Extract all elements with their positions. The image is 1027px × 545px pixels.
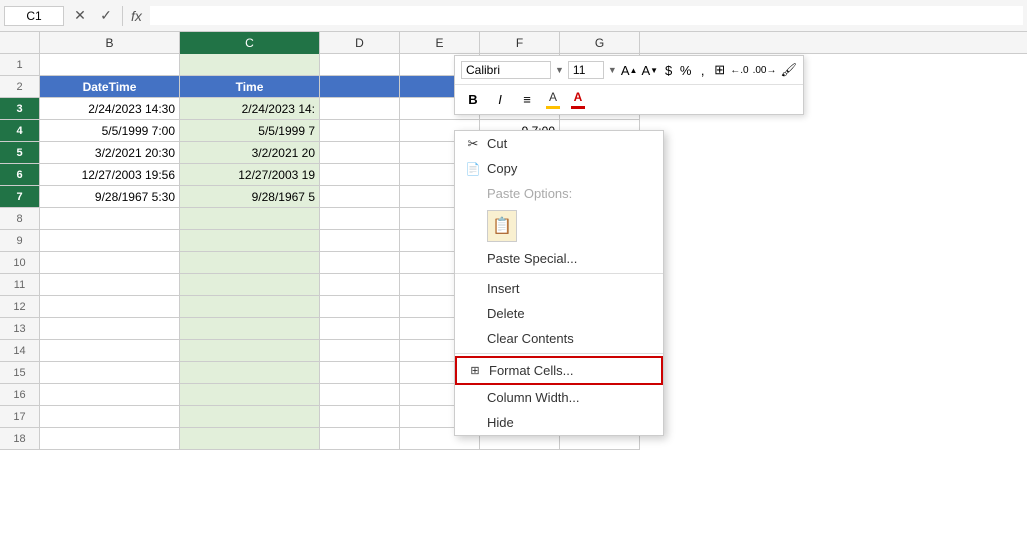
column-header-row: B C D E F G: [0, 32, 1027, 54]
col-header-f[interactable]: F: [480, 32, 560, 54]
row-num-8: 8: [0, 208, 40, 230]
align-button[interactable]: ≡: [515, 89, 539, 111]
cell-d3[interactable]: [320, 98, 400, 120]
context-menu-clear-contents[interactable]: Clear Contents: [455, 326, 663, 351]
cell-b7[interactable]: 9/28/1967 5:30: [40, 186, 180, 208]
paint-format-button[interactable]: 🖌: [780, 59, 797, 81]
font-name-input[interactable]: [461, 61, 551, 79]
context-menu: ✂ Cut 📄 Copy Paste Options: 📋 Paste Spec…: [454, 130, 664, 436]
cell-d2[interactable]: [320, 76, 400, 98]
cell-c7[interactable]: 9/28/1967 5: [180, 186, 320, 208]
decrease-font-button[interactable]: A▼: [641, 59, 658, 81]
cell-reference-box[interactable]: C1: [4, 6, 64, 26]
cell-b5[interactable]: 3/2/2021 20:30: [40, 142, 180, 164]
cell-c2[interactable]: Time: [180, 76, 320, 98]
dec-out-button[interactable]: .00→: [753, 59, 777, 81]
cell-b2[interactable]: DateTime: [40, 76, 180, 98]
currency-button[interactable]: $: [662, 59, 675, 81]
cell-b4[interactable]: 5/5/1999 7:00: [40, 120, 180, 142]
row-num-13: 13: [0, 318, 40, 340]
context-menu-insert[interactable]: Insert: [455, 276, 663, 301]
formula-bar: C1 ✕ ✓ fx: [0, 0, 1027, 32]
context-menu-column-width[interactable]: Column Width...: [455, 385, 663, 410]
cell-c8[interactable]: [180, 208, 320, 230]
dec-in-button[interactable]: ←.0: [730, 59, 748, 81]
formula-bar-buttons: ✕ ✓ fx: [68, 5, 146, 27]
row-num-3: 3: [0, 98, 40, 120]
context-menu-copy[interactable]: 📄 Copy: [455, 156, 663, 181]
cell-d1[interactable]: [320, 54, 400, 76]
cell-d7[interactable]: [320, 186, 400, 208]
cell-c5[interactable]: 3/2/2021 20: [180, 142, 320, 164]
col-header-d[interactable]: D: [320, 32, 400, 54]
formula-bar-divider: [122, 6, 123, 26]
cut-icon: ✂: [463, 136, 483, 152]
border-button[interactable]: ⊞: [713, 59, 726, 81]
row-num-18: 18: [0, 428, 40, 450]
font-name-dropdown-arrow[interactable]: ▼: [555, 65, 564, 75]
mini-toolbar-row2: B I ≡ A A: [455, 85, 803, 114]
cell-d5[interactable]: [320, 142, 400, 164]
cell-c1[interactable]: [180, 54, 320, 76]
ctx-sep-1: [455, 273, 663, 274]
row-num-10: 10: [0, 252, 40, 274]
row-number-header: [0, 32, 40, 53]
context-menu-hide[interactable]: Hide: [455, 410, 663, 435]
highlight-color-button[interactable]: A: [542, 88, 564, 111]
format-cells-icon: ⊞: [465, 364, 485, 377]
confirm-formula-button[interactable]: ✓: [94, 5, 118, 27]
cell-d4[interactable]: [320, 120, 400, 142]
cell-c3[interactable]: 2/24/2023 14:: [180, 98, 320, 120]
cell-d6[interactable]: [320, 164, 400, 186]
context-menu-delete[interactable]: Delete: [455, 301, 663, 326]
row-num-17: 17: [0, 406, 40, 428]
row-num-5: 5: [0, 142, 40, 164]
cell-b3[interactable]: 2/24/2023 14:30: [40, 98, 180, 120]
mini-toolbar: ▼ ▼ A▲ A▼ $ % , ⊞ ←.0 .00→ 🖌 B I ≡ A A: [454, 55, 804, 115]
cell-c4[interactable]: 5/5/1999 7: [180, 120, 320, 142]
row-num-6: 6: [0, 164, 40, 186]
context-menu-cut[interactable]: ✂ Cut: [455, 131, 663, 156]
col-header-e[interactable]: E: [400, 32, 480, 54]
italic-button[interactable]: I: [488, 89, 512, 111]
font-color-button[interactable]: A: [567, 88, 589, 111]
row-num-16: 16: [0, 384, 40, 406]
cell-b1[interactable]: [40, 54, 180, 76]
cell-b6[interactable]: 12/27/2003 19:56: [40, 164, 180, 186]
row-num-7: 7: [0, 186, 40, 208]
mini-toolbar-row1: ▼ ▼ A▲ A▼ $ % , ⊞ ←.0 .00→ 🖌: [455, 56, 803, 85]
row-num-11: 11: [0, 274, 40, 296]
context-menu-paste-special[interactable]: Paste Special...: [455, 246, 663, 271]
row-num-9: 9: [0, 230, 40, 252]
increase-font-button[interactable]: A▲: [621, 59, 638, 81]
bold-button[interactable]: B: [461, 89, 485, 111]
copy-icon: 📄: [463, 162, 483, 176]
row-num-15: 15: [0, 362, 40, 384]
row-num-1: 1: [0, 54, 40, 76]
context-menu-format-cells[interactable]: ⊞ Format Cells...: [455, 356, 663, 385]
fx-label: fx: [127, 8, 146, 24]
formula-input[interactable]: [150, 6, 1023, 25]
paste-options-icons: 📋: [455, 206, 663, 246]
font-size-dropdown-arrow[interactable]: ▼: [608, 65, 617, 75]
row-num-12: 12: [0, 296, 40, 318]
col-header-b[interactable]: B: [40, 32, 180, 54]
row-num-14: 14: [0, 340, 40, 362]
font-size-input[interactable]: [568, 61, 604, 79]
comma-button[interactable]: ,: [696, 59, 709, 81]
cancel-formula-button[interactable]: ✕: [68, 5, 92, 27]
row-num-4: 4: [0, 120, 40, 142]
cell-c6[interactable]: 12/27/2003 19: [180, 164, 320, 186]
percent-button[interactable]: %: [679, 59, 692, 81]
row-num-2: 2: [0, 76, 40, 98]
cell-b8[interactable]: [40, 208, 180, 230]
paste-icon-default[interactable]: 📋: [487, 210, 517, 242]
ctx-sep-2: [455, 353, 663, 354]
col-header-g[interactable]: G: [560, 32, 640, 54]
context-menu-paste-options-header: Paste Options:: [455, 181, 663, 206]
col-header-c[interactable]: C: [180, 32, 320, 54]
